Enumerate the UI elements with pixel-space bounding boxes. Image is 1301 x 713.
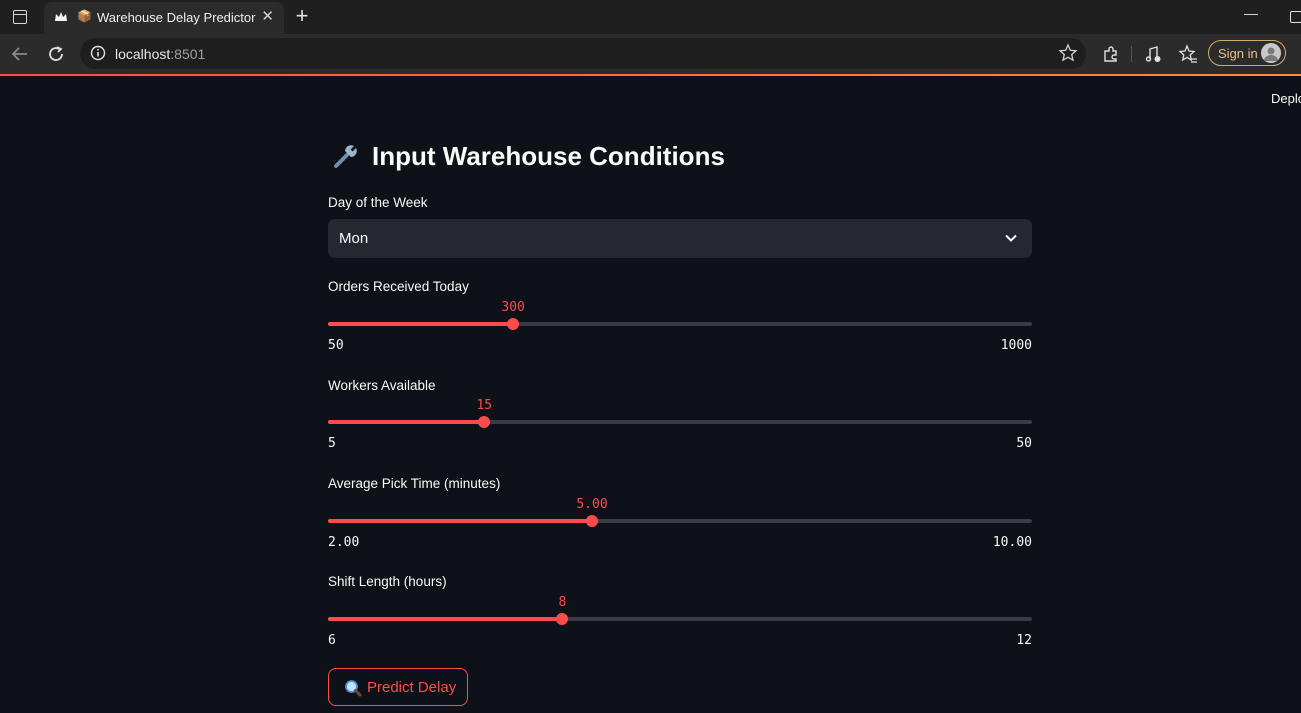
slider-value: 300: [501, 300, 525, 315]
browser-tab-bar: 📦 Warehouse Delay Predictor ✕ + —: [0, 0, 1301, 34]
wrench-icon: [334, 145, 357, 168]
page-accent-bar: [0, 74, 1301, 76]
shift-length-slider-label: Shift Length (hours): [328, 574, 447, 589]
orders-slider[interactable]: 300 50 1000: [328, 300, 1032, 353]
sign-in-button[interactable]: Sign in: [1208, 40, 1286, 66]
toolbar-divider: [1131, 46, 1132, 62]
slider-min: 2.00: [328, 535, 360, 550]
slider-max: 10.00: [992, 535, 1032, 550]
reload-icon: [49, 46, 63, 61]
tab-actions-icon[interactable]: [8, 5, 32, 29]
browser-toolbar: localhost:8501 Sign in: [0, 34, 1301, 74]
slider-thumb[interactable]: [478, 416, 491, 428]
slider-fill: [328, 617, 563, 621]
close-tab-icon[interactable]: ✕: [261, 9, 274, 25]
avatar: [1261, 43, 1281, 63]
slider-max: 50: [1016, 436, 1032, 451]
slider-min: 6: [328, 633, 336, 648]
slider-value: 15: [476, 398, 493, 413]
day-of-week-select[interactable]: Mon: [328, 219, 1032, 258]
slider-thumb[interactable]: [586, 515, 598, 527]
favorites-icon[interactable]: [1177, 43, 1199, 65]
day-select-label: Day of the Week: [328, 195, 428, 210]
package-icon: 📦: [77, 9, 92, 23]
predict-delay-label: Predict Delay: [367, 679, 457, 696]
slider-min: 5: [328, 436, 336, 451]
slider-value: 8: [558, 595, 567, 610]
slider-max: 12: [1016, 633, 1032, 648]
slider-fill: [328, 519, 592, 523]
maximize-icon[interactable]: [1290, 11, 1301, 23]
back-arrow-icon: [11, 47, 27, 61]
workers-slider[interactable]: 15 5 50: [328, 398, 1032, 451]
orders-slider-label: Orders Received Today: [328, 279, 469, 294]
slider-value: 5.00: [576, 497, 608, 512]
browser-tab[interactable]: 📦 Warehouse Delay Predictor ✕: [44, 2, 284, 34]
reload-button[interactable]: [44, 42, 68, 66]
new-tab-button[interactable]: +: [290, 4, 314, 28]
address-bar[interactable]: localhost:8501: [80, 38, 1086, 69]
extensions-icon[interactable]: [1100, 43, 1122, 65]
slider-thumb[interactable]: [507, 318, 520, 330]
favorite-star-icon[interactable]: [1058, 43, 1078, 63]
page-title: Input Warehouse Conditions: [332, 141, 725, 172]
sign-in-label: Sign in: [1218, 46, 1258, 61]
pick-time-slider-label: Average Pick Time (minutes): [328, 476, 501, 491]
minimize-icon[interactable]: —: [1244, 5, 1258, 21]
slider-max: 1000: [1000, 338, 1032, 353]
predict-delay-button[interactable]: Predict Delay: [328, 668, 468, 706]
workers-slider-label: Workers Available: [328, 378, 436, 393]
streamlit-crown-icon: [55, 12, 67, 21]
slider-fill: [328, 322, 514, 326]
day-select-value: Mon: [339, 230, 369, 247]
slider-min: 50: [328, 338, 344, 353]
slider-thumb[interactable]: [556, 613, 569, 625]
shift-length-slider[interactable]: 8 6 12: [328, 595, 1032, 648]
pick-time-slider[interactable]: 5.00 2.00 10.00: [328, 497, 1032, 550]
media-control-icon[interactable]: [1142, 43, 1164, 65]
site-info-icon[interactable]: [90, 45, 106, 61]
chevron-down-icon: [1005, 234, 1017, 242]
url-text: localhost:8501: [115, 46, 206, 62]
back-button[interactable]: [8, 42, 32, 66]
slider-fill: [328, 420, 485, 424]
deploy-button[interactable]: Deplo: [1271, 91, 1301, 106]
tab-title: Warehouse Delay Predictor: [97, 10, 256, 25]
magnifier-icon: [345, 680, 362, 697]
